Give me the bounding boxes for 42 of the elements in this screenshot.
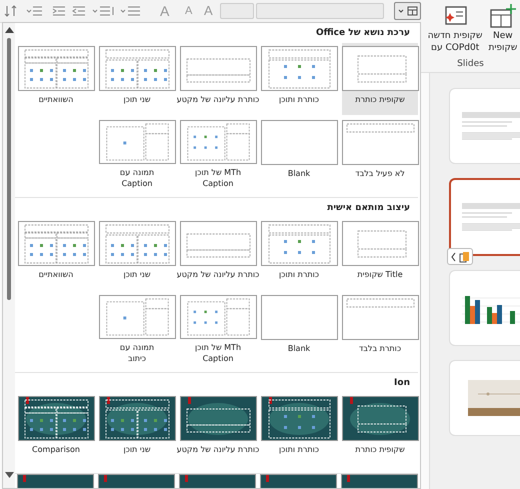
layout-option[interactable]: שני תוכן [99,218,175,290]
layout-label: כותרת ותוכן [279,269,320,280]
layout-option[interactable]: Blank [261,117,337,189]
layout-label: Blank [288,343,310,354]
layout-label: כותרת עליונה של מקטע [176,269,260,280]
layout-option[interactable]: שקופית כותרת [342,43,418,115]
layout-option[interactable]: Blank [261,292,337,364]
layout-option[interactable]: כותרת בלבד [342,292,418,364]
section-title: Ion [393,377,411,390]
layout-option[interactable]: כותרת ותוכן [261,218,337,290]
layout-option[interactable]: תמונה עם כיתוב [99,292,175,364]
layout-option[interactable]: לא פעיל בלבד [342,117,418,189]
layout-label: כותרת עליונה של מקטע [176,94,260,105]
layout-label: Title שקופית [357,269,403,280]
layout-label: לא פעיל בלבד [355,168,405,179]
layout-label: שני תוכן [123,269,151,280]
section-title: עיצוב מותאם אישית [326,202,411,215]
layout-option[interactable]: השוואתיים [18,218,94,290]
layout-label: כותרת בלבד [358,343,402,354]
section-title: ערכת נושא של Office [314,27,411,40]
layout-label: שקופית כותרת [355,94,405,105]
layout-label: תמונה עם כיתוב [120,342,154,364]
layout-label: השוואתיים [38,269,74,280]
layout-label: שני תוכן [123,94,151,105]
new-slide-copilot-button[interactable]: שקופית חדשה עם COPd0t [426,4,484,54]
layout-label: שני תוכן [123,444,151,455]
layout-label: Blank [288,168,310,179]
layout-label: כותרת ותוכן [279,444,320,455]
layout-label: Comparison [32,444,80,455]
layout-option[interactable]: כותרת ותוכן [261,393,337,465]
layout-label: כותרת עליונה של מקטע [176,444,260,455]
group-label: Slides [457,59,484,69]
layout-option[interactable]: Comparison [18,393,94,465]
layout-label: השוואתיים [38,94,74,105]
layout-option[interactable]: כותרת ותוכן [261,43,337,115]
layout-option[interactable]: שני תוכן [99,393,175,465]
layout-label: שקופית כותרת [355,444,405,455]
layout-label: כותרת ותוכן [279,94,320,105]
layout-option[interactable]: שני תוכן [99,43,175,115]
layout-option[interactable]: השוואתיים [18,43,94,115]
layout-option[interactable]: Title שקופית [342,218,418,290]
layout-option[interactable]: שקופית כותרת [342,393,418,465]
